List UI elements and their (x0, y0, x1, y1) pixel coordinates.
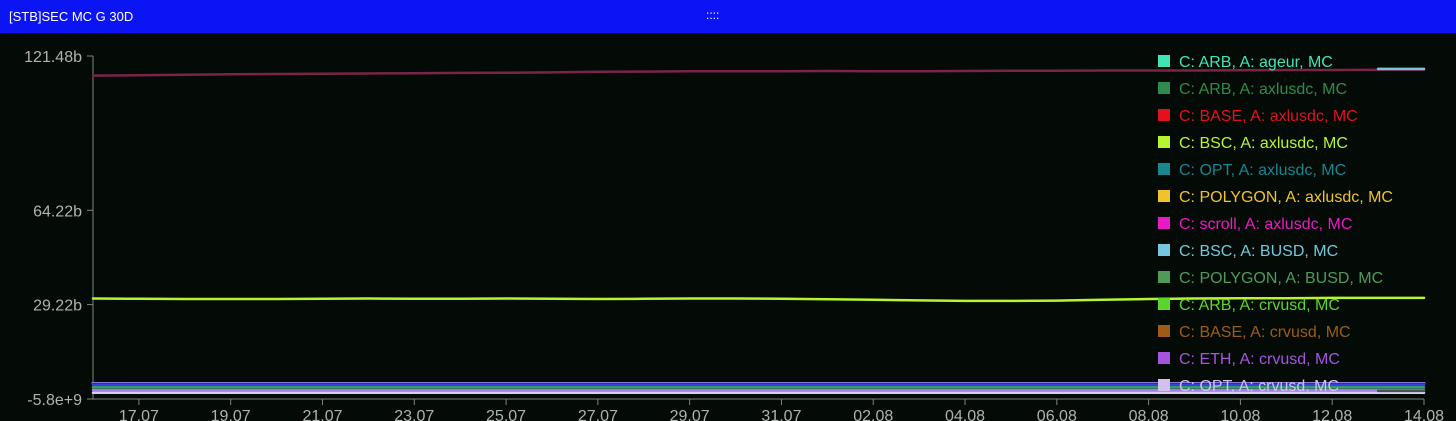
drag-handle-icon[interactable]: :::: (706, 8, 719, 23)
legend-swatch (1158, 136, 1170, 148)
chart-area: 121.48b 64.22b 29.22b -5.8e+9 17.07 19.07 21.… (0, 33, 1456, 421)
x-tick-label: 06.08 (1037, 408, 1077, 421)
window-title-bar[interactable]: [STB]SEC MC G 30D :::: (0, 0, 1456, 33)
x-tick-label: 19.07 (211, 408, 251, 421)
legend-swatch (1158, 352, 1170, 364)
x-axis-ticks: 17.07 19.07 21.07 23.07 25.07 27.07 29.07 31.07… (119, 399, 1444, 421)
legend-entry: C: POLYGON, A: BUSD, MC (1179, 270, 1383, 287)
legend-entry: C: BASE, A: axlusdc, MC (1179, 108, 1358, 125)
legend-swatch (1158, 82, 1170, 94)
legend-entry: C: OPT, A: crvusd, MC (1179, 378, 1339, 395)
legend-entry: C: OPT, A: axlusdc, MC (1179, 162, 1346, 179)
legend-swatch (1158, 271, 1170, 283)
x-tick-label: 29.07 (670, 408, 710, 421)
x-tick-label: 17.07 (119, 408, 159, 421)
legend-swatch (1158, 244, 1170, 256)
legend-entry: C: POLYGON, A: axlusdc, MC (1179, 189, 1393, 206)
x-tick-label: 27.07 (578, 408, 618, 421)
legend-swatch (1158, 55, 1170, 67)
chart-legend: C: ARB, A: ageur, MC C: ARB, A: axlusdc, … (1158, 54, 1393, 395)
legend-entry: C: ETH, A: crvusd, MC (1179, 351, 1340, 368)
x-tick-label: 14.08 (1404, 408, 1444, 421)
legend-entry: C: ARB, A: ageur, MC (1179, 54, 1333, 71)
x-tick-label: 10.08 (1220, 408, 1260, 421)
line-chart: 121.48b 64.22b 29.22b -5.8e+9 17.07 19.07 21.… (24, 49, 1444, 421)
x-tick-label: 25.07 (486, 408, 526, 421)
legend-entry: C: BASE, A: crvusd, MC (1179, 324, 1351, 341)
legend-entry: C: ARB, A: axlusdc, MC (1179, 81, 1347, 98)
window-title: [STB]SEC MC G 30D (9, 9, 134, 24)
legend-swatch (1158, 109, 1170, 121)
x-tick-label: 21.07 (302, 408, 342, 421)
legend-swatch (1158, 163, 1170, 175)
legend-entry: C: BSC, A: BUSD, MC (1179, 243, 1338, 260)
legend-swatch (1158, 325, 1170, 337)
x-tick-label: 31.07 (761, 408, 801, 421)
x-tick-label: 04.08 (945, 408, 985, 421)
y-tick-label: 64.22b (33, 203, 82, 220)
x-tick-label: 08.08 (1129, 408, 1169, 421)
y-axis-ticks: 121.48b 64.22b 29.22b -5.8e+9 (24, 49, 93, 409)
legend-swatch (1158, 217, 1170, 229)
legend-swatch (1158, 379, 1170, 391)
legend-swatch (1158, 190, 1170, 202)
legend-entry: C: ARB, A: crvusd, MC (1179, 297, 1340, 314)
x-tick-label: 23.07 (394, 408, 434, 421)
x-tick-label: 02.08 (853, 408, 893, 421)
y-tick-label: -5.8e+9 (27, 392, 82, 409)
legend-entry: C: BSC, A: axlusdc, MC (1179, 135, 1348, 152)
legend-entry: C: scroll, A: axlusdc, MC (1179, 216, 1352, 233)
y-tick-label: 29.22b (33, 298, 82, 315)
x-tick-label: 12.08 (1312, 408, 1352, 421)
legend-swatch (1158, 298, 1170, 310)
y-tick-label: 121.48b (24, 49, 82, 66)
